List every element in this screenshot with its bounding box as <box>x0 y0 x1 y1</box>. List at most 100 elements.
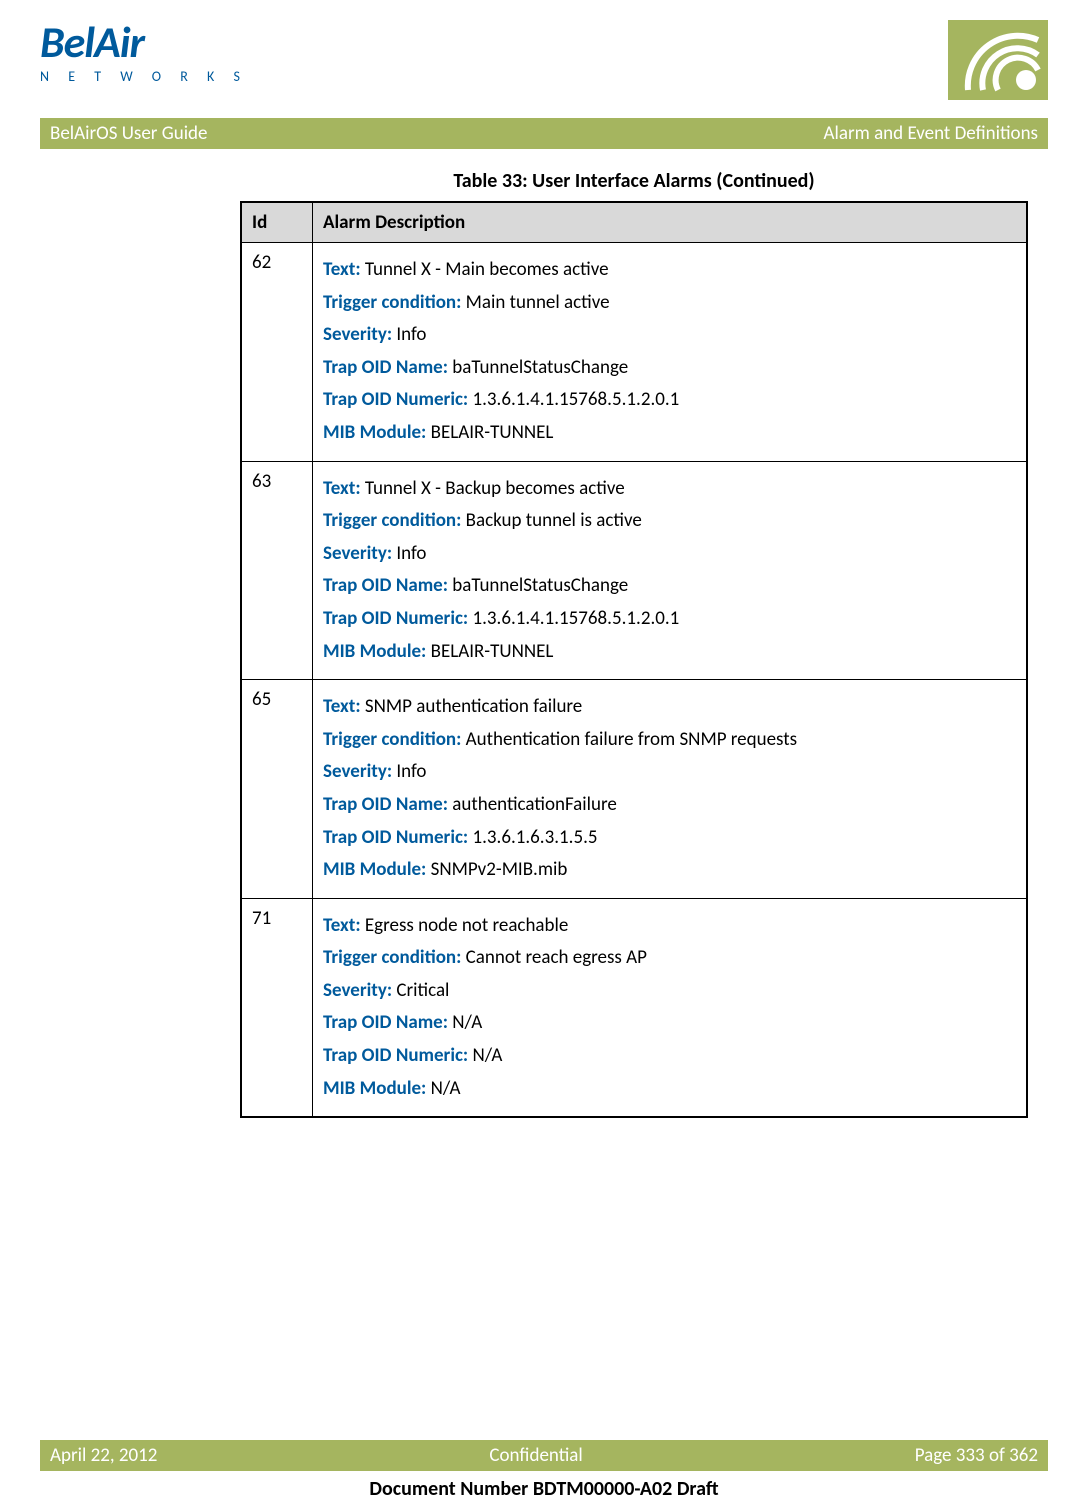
footer-center: Confidential <box>489 1444 582 1467</box>
field-value: baTunnelStatusChange <box>452 574 628 597</box>
header-desc: Alarm Description <box>313 202 1028 243</box>
field-value: SNMP authentication failure <box>365 695 582 718</box>
row-id: 62 <box>241 243 313 462</box>
field-label: MIB Module: <box>323 640 431 663</box>
logo-right-icon <box>948 20 1048 100</box>
field-value: Info <box>396 323 426 346</box>
alarm-field-trigger: Trigger condition: Authentication failur… <box>323 727 1016 754</box>
title-bar-left: BelAirOS User Guide <box>50 122 208 145</box>
field-label: Severity: <box>323 542 396 565</box>
header-id: Id <box>241 202 313 243</box>
title-bar-right: Alarm and Event Definitions <box>824 122 1038 145</box>
field-value: 1.3.6.1.4.1.15768.5.1.2.0.1 <box>472 388 679 411</box>
field-label: Trap OID Numeric: <box>323 607 472 630</box>
field-value: BELAIR-TUNNEL <box>431 421 554 444</box>
row-desc: Text: Tunnel X - Backup becomes active Tr… <box>313 461 1028 680</box>
alarm-field-text: Text: SNMP authentication failure <box>323 694 1016 721</box>
field-label: Trap OID Name: <box>323 793 452 816</box>
field-label: Text: <box>323 914 365 937</box>
field-value: BELAIR-TUNNEL <box>431 640 554 663</box>
field-label: Trigger condition: <box>323 728 466 751</box>
logo-brand: BelAir <box>40 20 144 64</box>
field-label: Trigger condition: <box>323 946 466 969</box>
field-label: Severity: <box>323 323 396 346</box>
footer-date: April 22, 2012 <box>50 1444 157 1467</box>
field-label: MIB Module: <box>323 1077 431 1100</box>
field-value: N/A <box>431 1077 461 1100</box>
alarm-field-severity: Severity: Info <box>323 541 1016 568</box>
row-id: 71 <box>241 898 313 1117</box>
alarm-field-trap_name: Trap OID Name: authenticationFailure <box>323 792 1016 819</box>
logo-subtitle: N E T W O R K S <box>40 68 248 85</box>
alarm-field-severity: Severity: Info <box>323 322 1016 349</box>
field-label: Text: <box>323 695 365 718</box>
table-row: 63Text: Tunnel X - Backup becomes active… <box>241 461 1027 680</box>
field-label: Trap OID Name: <box>323 356 452 379</box>
alarm-field-trap_num: Trap OID Numeric: 1.3.6.1.4.1.15768.5.1.… <box>323 387 1016 414</box>
field-label: Trap OID Name: <box>323 574 452 597</box>
alarm-field-severity: Severity: Critical <box>323 978 1016 1005</box>
alarm-field-trap_num: Trap OID Numeric: 1.3.6.1.4.1.15768.5.1.… <box>323 606 1016 633</box>
title-bar: BelAirOS User Guide Alarm and Event Defi… <box>40 118 1048 149</box>
field-label: Severity: <box>323 979 396 1002</box>
field-label: Trap OID Name: <box>323 1011 452 1034</box>
field-label: MIB Module: <box>323 858 431 881</box>
field-label: Trap OID Numeric: <box>323 1044 472 1067</box>
field-value: 1.3.6.1.4.1.15768.5.1.2.0.1 <box>472 607 679 630</box>
alarm-field-severity: Severity: Info <box>323 759 1016 786</box>
field-label: Severity: <box>323 760 396 783</box>
field-value: N/A <box>452 1011 482 1034</box>
field-label: Text: <box>323 258 365 281</box>
field-value: Main tunnel active <box>466 291 610 314</box>
alarm-field-trap_name: Trap OID Name: baTunnelStatusChange <box>323 573 1016 600</box>
alarm-field-trap_num: Trap OID Numeric: 1.3.6.1.6.3.1.5.5 <box>323 825 1016 852</box>
alarm-field-trigger: Trigger condition: Backup tunnel is acti… <box>323 508 1016 535</box>
field-value: Info <box>396 760 426 783</box>
footer-bar: April 22, 2012 Confidential Page 333 of … <box>40 1440 1048 1471</box>
table-row: 65 Text: SNMP authentication failure Trigg… <box>241 680 1027 899</box>
alarm-field-trap_name: Trap OID Name: N/A <box>323 1010 1016 1037</box>
alarm-field-text: Text: Tunnel X - Backup becomes active <box>323 476 1016 503</box>
page-header: BelAir N E T W O R K S <box>40 20 1048 100</box>
alarm-field-mib: MIB Module: N/A <box>323 1076 1016 1103</box>
logo-left: BelAir N E T W O R K S <box>40 20 248 85</box>
field-value: SNMPv2-MIB.mib <box>431 858 568 881</box>
row-desc: Text: SNMP authentication failure Trigger… <box>313 680 1028 899</box>
field-label: Trigger condition: <box>323 509 466 532</box>
field-label: Text: <box>323 477 365 500</box>
content-area: Table 33: User Interface Alarms (Continu… <box>240 169 1028 1118</box>
field-value: authenticationFailure <box>452 793 617 816</box>
table-header-row: Id Alarm Description <box>241 202 1027 243</box>
alarm-field-trigger: Trigger condition: Cannot reach egress A… <box>323 945 1016 972</box>
field-value: Backup tunnel is active <box>466 509 642 532</box>
alarm-field-trap_name: Trap OID Name: baTunnelStatusChange <box>323 355 1016 382</box>
alarm-field-mib: MIB Module: BELAIR-TUNNEL <box>323 420 1016 447</box>
footer-page: Page 333 of 362 <box>915 1444 1038 1467</box>
row-id: 63 <box>241 461 313 680</box>
field-value: Critical <box>396 979 449 1002</box>
field-value: Authentication failure from SNMP request… <box>466 728 797 751</box>
alarm-field-trap_num: Trap OID Numeric: N/A <box>323 1043 1016 1070</box>
alarm-field-mib: MIB Module: BELAIR-TUNNEL <box>323 639 1016 666</box>
field-value: Info <box>396 542 426 565</box>
field-label: MIB Module: <box>323 421 431 444</box>
row-desc: Text: Egress node not reachable Trigger c… <box>313 898 1028 1117</box>
alarm-field-text: Text: Egress node not reachable <box>323 913 1016 940</box>
table-row: 71 Text: Egress node not reachable Trigger… <box>241 898 1027 1117</box>
table-row: 62 Text: Tunnel X - Main becomes active Tr… <box>241 243 1027 462</box>
field-label: Trap OID Numeric: <box>323 388 472 411</box>
field-value: 1.3.6.1.6.3.1.5.5 <box>472 826 597 849</box>
field-value: Egress node not reachable <box>365 914 568 937</box>
table-title: Table 33: User Interface Alarms (Continu… <box>240 169 1028 193</box>
doc-number: Document Number BDTM00000-A02 Draft <box>0 1477 1088 1501</box>
row-id: 65 <box>241 680 313 899</box>
field-value: Tunnel X - Main becomes active <box>365 258 609 281</box>
field-label: Trigger condition: <box>323 291 466 314</box>
field-label: Trap OID Numeric: <box>323 826 472 849</box>
alarms-table: Id Alarm Description 62Text: Tunnel X - … <box>240 201 1028 1118</box>
alarm-field-trigger: Trigger condition: Main tunnel active <box>323 290 1016 317</box>
alarm-field-text: Text: Tunnel X - Main becomes active <box>323 257 1016 284</box>
field-value: N/A <box>472 1044 502 1067</box>
row-desc: Text: Tunnel X - Main becomes active Trig… <box>313 243 1028 462</box>
alarm-field-mib: MIB Module: SNMPv2-MIB.mib <box>323 857 1016 884</box>
